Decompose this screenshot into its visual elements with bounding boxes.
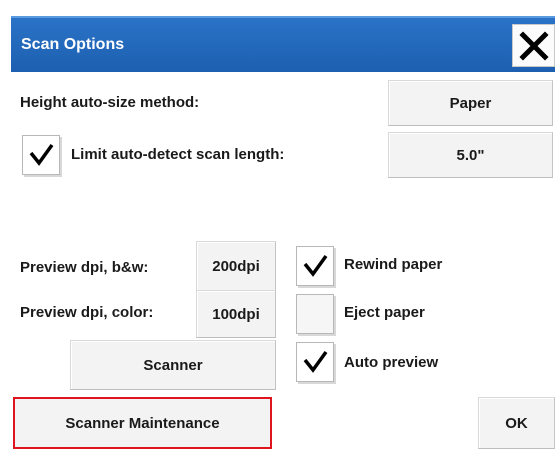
close-icon <box>518 30 549 61</box>
scan-length-button[interactable]: 5.0" <box>388 132 553 178</box>
limit-auto-detect-label: Limit auto-detect scan length: <box>71 146 285 163</box>
rewind-paper-checkbox[interactable] <box>296 246 334 286</box>
close-button[interactable] <box>512 24 555 67</box>
checkmark-icon <box>303 254 328 277</box>
checkmark-icon <box>29 143 54 166</box>
dialog-title: Scan Options <box>21 36 125 53</box>
scanner-button[interactable]: Scanner <box>70 340 276 390</box>
limit-auto-detect-checkbox[interactable] <box>22 135 60 175</box>
height-method-button[interactable]: Paper <box>388 80 553 126</box>
scan-options-dialog: Scan Options Height auto-size method: Pa… <box>0 0 555 450</box>
checkmark-icon <box>303 350 328 373</box>
preview-dpi-color-button[interactable]: 100dpi <box>196 290 276 338</box>
preview-dpi-bw-button[interactable]: 200dpi <box>196 241 276 291</box>
eject-paper-label: Eject paper <box>344 304 425 321</box>
rewind-paper-label: Rewind paper <box>344 256 443 273</box>
auto-preview-checkbox[interactable] <box>296 342 334 382</box>
auto-preview-label: Auto preview <box>344 354 439 371</box>
title-bar: Scan Options <box>11 16 555 72</box>
preview-dpi-bw-label: Preview dpi, b&w: <box>20 259 149 276</box>
height-method-label: Height auto-size method: <box>20 94 200 111</box>
scanner-maintenance-button[interactable]: Scanner Maintenance <box>13 397 272 449</box>
eject-paper-checkbox[interactable] <box>296 294 334 334</box>
preview-dpi-color-label: Preview dpi, color: <box>20 304 154 321</box>
ok-button[interactable]: OK <box>478 397 555 449</box>
